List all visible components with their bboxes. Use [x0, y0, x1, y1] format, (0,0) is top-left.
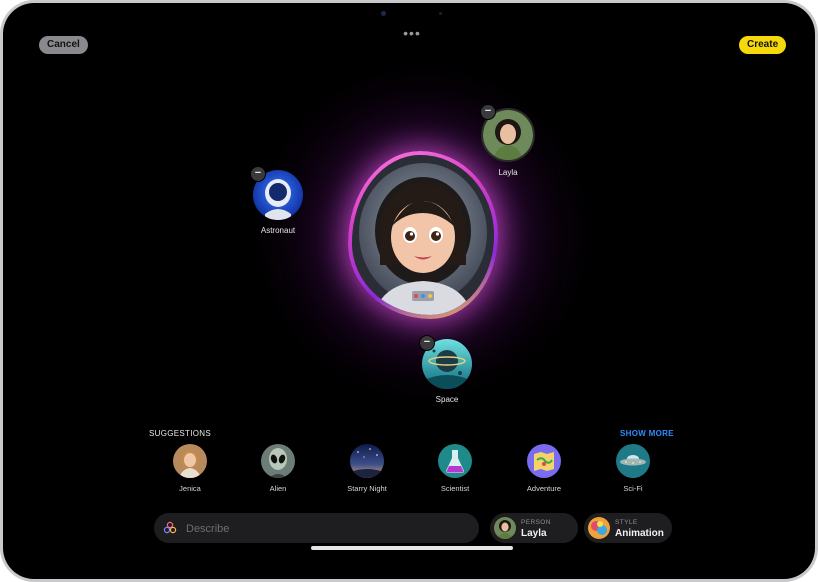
- spaceship-icon: [616, 444, 650, 478]
- more-options-icon[interactable]: •••: [401, 26, 423, 40]
- style-chip-value: Animation: [615, 528, 664, 539]
- ipad-frame: ••• Cancel Create Layla − Astronaut − Sp…: [0, 0, 818, 582]
- suggestion-label: Starry Night: [347, 484, 387, 493]
- suggestion-label: Adventure: [526, 484, 562, 493]
- suggestions-title: SUGGESTIONS: [149, 429, 211, 438]
- suggestion-label: Alien: [269, 484, 287, 493]
- suggestion-scientist[interactable]: Scientist: [425, 444, 485, 493]
- style-animation-icon: [588, 517, 610, 539]
- concept-label: Space: [435, 395, 459, 404]
- suggestion-alien[interactable]: Alien: [248, 444, 308, 493]
- image-playground-screen: ••• Cancel Create Layla − Astronaut − Sp…: [3, 3, 815, 579]
- generated-image: [352, 155, 494, 315]
- alien-icon: [261, 444, 295, 478]
- camera-sensor: [439, 12, 442, 15]
- map-icon: [527, 444, 561, 478]
- style-chip-caption: STYLE: [615, 519, 638, 526]
- suggestion-jenica[interactable]: Jenica: [160, 444, 220, 493]
- suggestion-starry-night[interactable]: Starry Night: [337, 444, 397, 493]
- suggestion-label: Sci-Fi: [623, 484, 643, 493]
- flask-icon: [438, 444, 472, 478]
- describe-field[interactable]: [154, 513, 479, 543]
- create-button[interactable]: Create: [739, 36, 787, 54]
- suggestion-label: Jenica: [179, 484, 201, 493]
- describe-input[interactable]: [184, 519, 468, 539]
- cancel-button[interactable]: Cancel: [39, 36, 88, 54]
- remove-layla-button[interactable]: −: [480, 104, 496, 120]
- starry-night-icon: [350, 444, 384, 478]
- suggestion-label: Scientist: [440, 484, 470, 493]
- concept-label: Astronaut: [260, 226, 296, 235]
- front-camera: [381, 11, 386, 16]
- show-more-link[interactable]: SHOW MORE: [620, 429, 674, 438]
- style-chip[interactable]: STYLE Animation: [584, 513, 672, 543]
- image-playground-icon: [163, 521, 177, 534]
- concept-label: Layla: [498, 168, 518, 177]
- suggestion-sci-fi[interactable]: Sci-Fi: [603, 444, 663, 493]
- person-chip-caption: PERSON: [521, 519, 551, 526]
- home-indicator[interactable]: [311, 546, 513, 550]
- suggestion-adventure[interactable]: Adventure: [514, 444, 574, 493]
- person-chip[interactable]: PERSON Layla: [490, 513, 578, 543]
- person-photo-icon: [494, 517, 516, 539]
- person-chip-value: Layla: [521, 528, 547, 539]
- person-photo-icon: [173, 444, 207, 478]
- remove-space-button[interactable]: −: [419, 335, 435, 351]
- remove-astronaut-button[interactable]: −: [250, 166, 266, 182]
